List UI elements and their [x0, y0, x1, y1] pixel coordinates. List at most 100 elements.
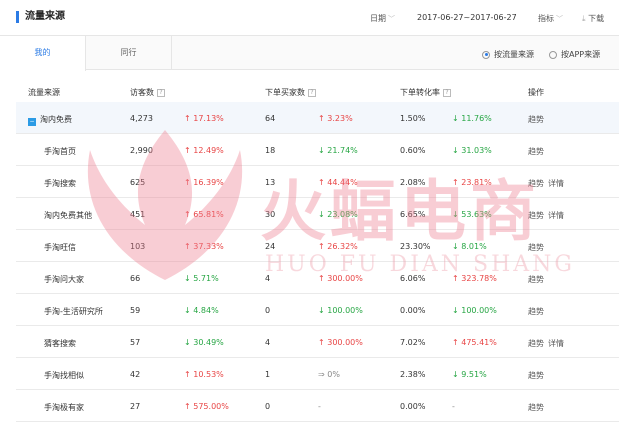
- conversion-value: 0.00%: [400, 306, 426, 315]
- trend-link[interactable]: 趋势: [528, 114, 544, 125]
- visitors-value: 4,273: [130, 114, 153, 123]
- buyers-change-text: 44.44%: [327, 178, 358, 187]
- conversion-change-text: 11.76%: [461, 114, 492, 123]
- conversion-value: 2.38%: [400, 370, 426, 379]
- visitors-change: ↑ 17.13%: [184, 114, 224, 123]
- source-name-text: 手淘极有家: [44, 403, 84, 412]
- buyers-value: 24: [265, 242, 276, 251]
- buyers-change: ↑ 300.00%: [318, 338, 363, 347]
- source-name-text: 手淘首页: [44, 147, 76, 156]
- trend-arrow-icon: ↑: [184, 402, 194, 411]
- trend-link[interactable]: 趋势: [528, 210, 544, 221]
- source-name-text: 手淘旺信: [44, 243, 76, 252]
- visitors-value: 57: [130, 338, 141, 347]
- conversion-change: ↓ 11.76%: [452, 114, 492, 123]
- source-name: 手淘-生活研究所: [44, 306, 103, 317]
- source-name: 手淘极有家: [44, 402, 84, 413]
- conversion-change: ↑ 23.81%: [452, 178, 492, 187]
- buyers-value: 1: [265, 370, 271, 379]
- col-source: 流量来源: [28, 87, 60, 98]
- conversion-value: 6.65%: [400, 210, 426, 219]
- source-name: 淘内免费其他: [44, 210, 92, 221]
- table-row: 手淘极有家 27 ↑ 575.00% 0 - 0.00% - 趋势: [16, 390, 619, 422]
- trend-arrow-icon: ↑: [318, 274, 328, 283]
- visitors-change-text: 5.71%: [193, 274, 219, 283]
- help-icon[interactable]: ?: [308, 88, 316, 97]
- conversion-value: 6.06%: [400, 274, 426, 283]
- trend-arrow-icon: ↑: [318, 114, 328, 123]
- buyers-value: 64: [265, 114, 276, 123]
- buyers-value: 0: [265, 306, 271, 315]
- metric-dropdown[interactable]: 指标 ﹀: [538, 13, 563, 24]
- conversion-value: 2.08%: [400, 178, 426, 187]
- trend-link[interactable]: 趋势: [528, 370, 544, 381]
- source-name: 手淘首页: [44, 146, 76, 157]
- help-icon[interactable]: ?: [157, 88, 165, 97]
- date-dropdown[interactable]: 日期 ﹀: [370, 13, 395, 24]
- detail-link[interactable]: 详情: [548, 210, 564, 221]
- source-name-text: 淘内免费: [40, 115, 72, 124]
- visitors-change: ↑ 65.81%: [184, 210, 224, 219]
- collapse-icon[interactable]: −: [28, 118, 36, 126]
- detail-link[interactable]: 详情: [548, 338, 564, 349]
- visitors-change: ↑ 10.53%: [184, 370, 224, 379]
- trend-arrow-icon: ↑: [184, 178, 194, 187]
- buyers-value: 4: [265, 338, 271, 347]
- visitors-change-text: 17.13%: [193, 114, 224, 123]
- conversion-value: 7.02%: [400, 338, 426, 347]
- trend-arrow-icon: ↑: [452, 338, 462, 347]
- source-name[interactable]: − 淘内免费: [28, 114, 72, 126]
- trend-link[interactable]: 趋势: [528, 146, 544, 157]
- buyers-change-text: 21.74%: [327, 146, 358, 155]
- conversion-change: ↓ 53.63%: [452, 210, 492, 219]
- trend-link[interactable]: 趋势: [528, 274, 544, 285]
- trend-link[interactable]: 趋势: [528, 306, 544, 317]
- visitors-value: 451: [130, 210, 146, 219]
- conversion-change-text: 9.51%: [461, 370, 487, 379]
- source-name: 手淘旺信: [44, 242, 76, 253]
- trend-arrow-icon: ↓: [318, 210, 328, 219]
- trend-arrow-icon: ↓: [452, 114, 462, 123]
- radio-label: 按流量来源: [494, 50, 534, 59]
- buyers-change-text: -: [318, 402, 321, 411]
- tab-mine[interactable]: 我的: [0, 36, 86, 71]
- buyers-change: ↓ 100.00%: [318, 306, 363, 315]
- source-name-text: 淘内免费其他: [44, 211, 92, 220]
- download-button[interactable]: ⤓ 下载: [582, 13, 604, 24]
- col-visitors-label: 访客数: [130, 88, 154, 97]
- trend-arrow-icon: ⇒: [318, 370, 328, 379]
- visitors-change-text: 12.49%: [193, 146, 224, 155]
- radio-by-app-source[interactable]: 按APP来源: [549, 49, 600, 60]
- table-header: 流量来源 访客数? 下单买家数? 下单转化率? 操作: [16, 84, 619, 102]
- buyers-change: ↑ 44.44%: [318, 178, 358, 187]
- trend-arrow-icon: ↓: [452, 146, 462, 155]
- trend-link[interactable]: 趋势: [528, 338, 544, 349]
- visitors-change: ↑ 575.00%: [184, 402, 229, 411]
- trend-link[interactable]: 趋势: [528, 178, 544, 189]
- col-conversion: 下单转化率?: [400, 87, 451, 98]
- conversion-change-text: 100.00%: [461, 306, 497, 315]
- source-name-text: 猜客搜索: [44, 339, 76, 348]
- visitors-change: ↓ 30.49%: [184, 338, 224, 347]
- detail-link[interactable]: 详情: [548, 178, 564, 189]
- date-range[interactable]: 2017-06-27~2017-06-27: [417, 13, 517, 22]
- help-icon[interactable]: ?: [443, 88, 451, 97]
- visitors-change: ↓ 5.71%: [184, 274, 219, 283]
- buyers-value: 18: [265, 146, 276, 155]
- metric-label: 指标: [538, 14, 554, 23]
- trend-arrow-icon: ↑: [184, 370, 194, 379]
- col-visitors: 访客数?: [130, 87, 165, 98]
- conversion-change-text: -: [452, 402, 455, 411]
- conversion-change-text: 23.81%: [461, 178, 492, 187]
- trend-link[interactable]: 趋势: [528, 242, 544, 253]
- visitors-value: 2,990: [130, 146, 153, 155]
- conversion-change: ↑ 323.78%: [452, 274, 497, 283]
- source-name: 手淘找相似: [44, 370, 84, 381]
- trend-arrow-icon: ↑: [452, 274, 462, 283]
- conversion-value: 23.30%: [400, 242, 431, 251]
- trend-link[interactable]: 趋势: [528, 402, 544, 413]
- conversion-change-text: 31.03%: [461, 146, 492, 155]
- radio-by-traffic-source[interactable]: 按流量来源: [482, 49, 534, 60]
- visitors-value: 66: [130, 274, 141, 283]
- tab-peers[interactable]: 同行: [86, 36, 172, 70]
